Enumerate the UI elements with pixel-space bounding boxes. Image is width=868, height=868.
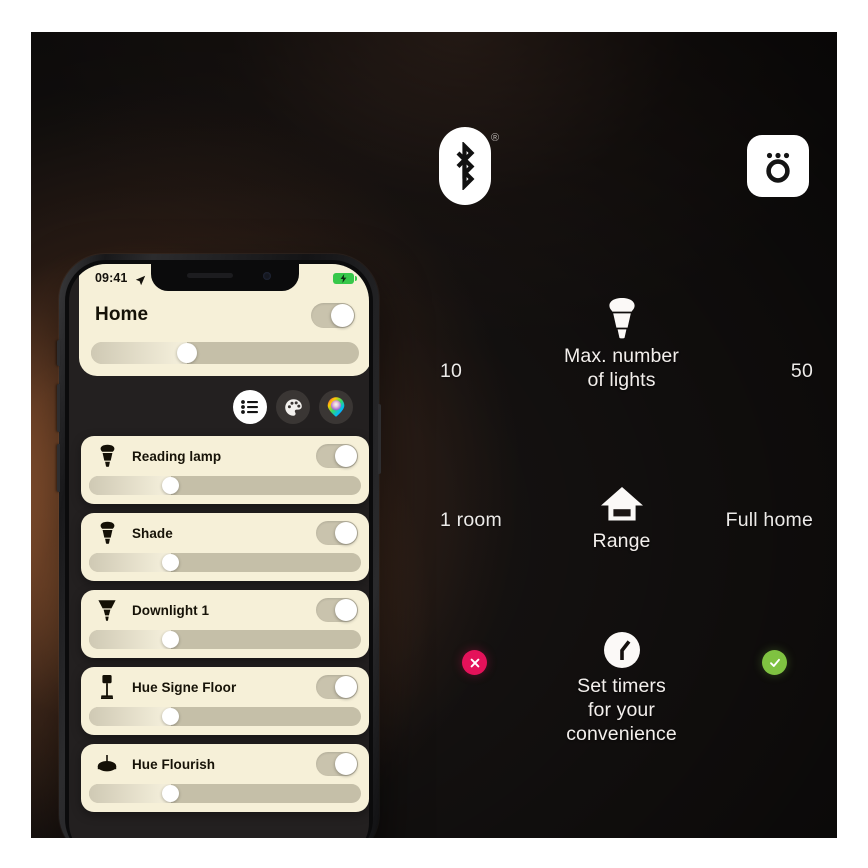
list-item[interactable]: Reading lamp [81, 436, 369, 504]
pendant-lamp-icon [94, 751, 120, 777]
home-brightness-slider[interactable] [91, 342, 359, 364]
promo-image: ® 10 Max. number of lights 50 1 room Ran… [31, 32, 837, 838]
status-bar: 09:41 [79, 264, 369, 294]
front-camera [263, 272, 271, 280]
home-title-row: Home [79, 294, 369, 332]
list-item[interactable]: Hue Flourish [81, 744, 369, 812]
slider-knob[interactable] [162, 708, 180, 725]
home-master-toggle[interactable] [311, 302, 355, 328]
check-icon [762, 650, 787, 675]
clock-icon [492, 626, 752, 670]
comparison-column: ® 10 Max. number of lights 50 1 room Ran… [406, 32, 837, 838]
mode-button-row [233, 390, 353, 424]
location-arrow-icon [135, 273, 146, 291]
light-brightness-slider[interactable] [89, 707, 361, 726]
toggle-knob [331, 303, 354, 327]
slider-fill [89, 630, 171, 649]
bulb-spot-icon [94, 520, 120, 546]
light-name: Hue Flourish [132, 756, 216, 772]
list-item[interactable]: Downlight 1 [81, 590, 369, 658]
battery-charging-icon [333, 273, 357, 284]
house-icon [492, 481, 752, 525]
row-caption-line1: Range [592, 530, 651, 552]
earpiece-speaker [187, 273, 233, 278]
list-item[interactable]: Shade [81, 513, 369, 581]
slider-knob[interactable] [177, 343, 198, 363]
slider-fill [89, 476, 171, 495]
toggle-knob [335, 522, 357, 544]
cross-icon [462, 650, 487, 675]
mute-switch[interactable] [57, 340, 60, 366]
slider-knob[interactable] [162, 785, 180, 802]
phone-mockup: 09:41 Home Reading lamp Shade Downlight … [57, 254, 381, 838]
row-caption-line2: for your [588, 699, 655, 721]
slider-fill [89, 784, 171, 803]
row-right-value: 50 [790, 360, 813, 382]
scenes-button[interactable] [276, 390, 310, 424]
light-brightness-slider[interactable] [89, 476, 361, 495]
light-toggle[interactable] [316, 444, 358, 468]
light-name: Reading lamp [132, 448, 222, 464]
slider-fill [91, 342, 188, 364]
technology-icons: ® [406, 127, 837, 217]
toggle-knob [335, 753, 357, 775]
power-button[interactable] [378, 404, 381, 474]
row-caption-line1: Set timers [577, 675, 666, 697]
row-center: Set timers for your convenience [492, 626, 752, 746]
light-brightness-slider[interactable] [89, 553, 361, 572]
floor-lamp-icon [94, 674, 120, 700]
list-item[interactable]: Hue Signe Floor [81, 667, 369, 735]
bluetooth-badge: ® [439, 127, 500, 213]
volume-up-button[interactable] [57, 384, 60, 432]
hue-bridge-icon [747, 135, 809, 197]
home-header-card: 09:41 Home [79, 264, 369, 376]
status-bar-time: 09:41 [95, 271, 128, 285]
list-view-button[interactable] [233, 390, 267, 424]
slider-fill [89, 553, 171, 572]
light-name: Hue Signe Floor [132, 679, 237, 695]
light-brightness-slider[interactable] [89, 630, 361, 649]
light-toggle[interactable] [316, 598, 358, 622]
notch [151, 264, 299, 291]
toggle-knob [335, 445, 357, 467]
light-name: Shade [132, 525, 173, 541]
light-toggle[interactable] [316, 752, 358, 776]
light-bulb-icon [492, 296, 752, 340]
color-picker-button[interactable] [319, 390, 353, 424]
light-brightness-slider[interactable] [89, 784, 361, 803]
light-list: Reading lamp Shade Downlight 1 Hue Signe… [81, 436, 369, 821]
slider-fill [89, 707, 171, 726]
downlight-icon [94, 597, 120, 623]
light-toggle[interactable] [316, 675, 358, 699]
row-right-value: Full home [725, 509, 813, 531]
row-caption-line2: of lights [587, 369, 656, 391]
toggle-knob [335, 676, 357, 698]
page-title: Home [95, 304, 149, 325]
registered-mark: ® [491, 132, 500, 144]
volume-down-button[interactable] [57, 444, 60, 492]
phone-bezel: 09:41 Home Reading lamp Shade Downlight … [65, 260, 373, 838]
row-caption-line1: Max. number [564, 345, 679, 367]
slider-knob[interactable] [162, 477, 180, 494]
bulb-spot-icon [94, 443, 120, 469]
phone-screen: 09:41 Home Reading lamp Shade Downlight … [69, 264, 369, 838]
slider-knob[interactable] [162, 554, 180, 571]
row-caption-line3: convenience [566, 723, 677, 745]
light-toggle[interactable] [316, 521, 358, 545]
row-left-value: 10 [440, 360, 463, 382]
slider-knob[interactable] [162, 631, 180, 648]
light-name: Downlight 1 [132, 602, 210, 618]
bluetooth-icon [439, 127, 491, 205]
screenshot-root: ® 10 Max. number of lights 50 1 room Ran… [0, 0, 868, 868]
toggle-knob [335, 599, 357, 621]
row-center: Max. number of lights [492, 296, 752, 392]
row-center: Range [492, 481, 752, 553]
